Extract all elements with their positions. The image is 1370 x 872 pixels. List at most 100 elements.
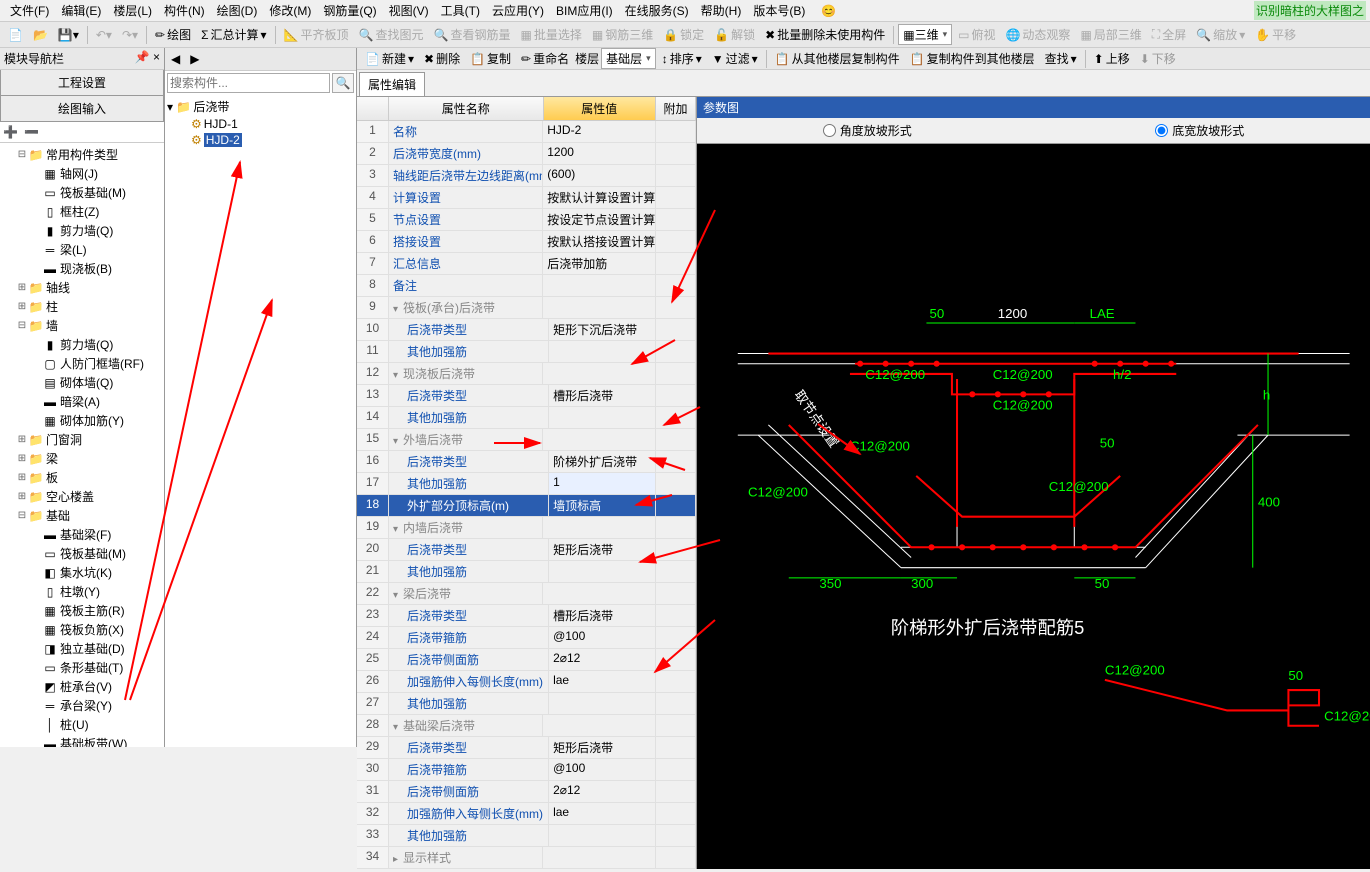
dynamic-view-button[interactable]: 🌐动态观察 <box>1001 24 1074 45</box>
menu-floor[interactable]: 楼层(L) <box>107 0 158 21</box>
tree-node[interactable]: ◧集水坑(K) <box>2 563 162 582</box>
local-3d-button[interactable]: ▦局部三维 <box>1076 24 1145 45</box>
property-row[interactable]: 13后浇带类型槽形后浇带 <box>357 385 696 407</box>
rebar-3d-button[interactable]: ▦钢筋三维 <box>588 24 657 45</box>
tree-node[interactable]: ▭筏板基础(M) <box>2 183 162 202</box>
menu-bim[interactable]: BIM应用(I) <box>550 0 619 21</box>
lock-button[interactable]: 🔒锁定 <box>659 24 708 45</box>
new-button[interactable]: 📄新建▾ <box>361 48 418 69</box>
property-row[interactable]: 9▾筏板(承台)后浇带 <box>357 297 696 319</box>
property-row[interactable]: 25后浇带侧面筋2⌀12 <box>357 649 696 671</box>
component-item[interactable]: ⚙ HJD-1 <box>167 116 354 132</box>
menu-rebar[interactable]: 钢筋量(Q) <box>317 0 382 21</box>
menu-cloud[interactable]: 云应用(Y) <box>486 0 550 21</box>
view3d-combo[interactable]: ▦三维 <box>898 24 952 45</box>
undo-icon[interactable]: ↶▾ <box>92 26 116 44</box>
property-grid[interactable]: 属性名称 属性值 附加 1名称HJD-22后浇带宽度(mm)12003轴线距后浇… <box>357 97 697 869</box>
tree-node[interactable]: ◩桩承台(V) <box>2 677 162 696</box>
remove-icon[interactable]: ➖ <box>24 125 39 139</box>
property-row[interactable]: 14其他加强筋 <box>357 407 696 429</box>
tree-node[interactable]: ▭条形基础(T) <box>2 658 162 677</box>
tree-node[interactable]: │桩(U) <box>2 715 162 734</box>
property-row[interactable]: 16后浇带类型阶梯外扩后浇带 <box>357 451 696 473</box>
copy-to-button[interactable]: 📋复制构件到其他楼层 <box>906 48 1039 69</box>
zoom-button[interactable]: 🔍缩放▾ <box>1192 24 1249 45</box>
tree-node[interactable]: ▢人防门框墙(RF) <box>2 354 162 373</box>
component-item[interactable]: ⚙ HJD-2 <box>167 132 354 148</box>
property-row[interactable]: 27其他加强筋 <box>357 693 696 715</box>
tab-draw-input[interactable]: 绘图输入 <box>0 96 164 122</box>
tree-node[interactable]: ▦筏板主筋(R) <box>2 601 162 620</box>
property-tab[interactable]: 属性编辑 <box>359 72 425 96</box>
property-row[interactable]: 7汇总信息后浇带加筋 <box>357 253 696 275</box>
property-row[interactable]: 29后浇带类型矩形后浇带 <box>357 737 696 759</box>
floor-combo[interactable]: 基础层 <box>601 48 656 69</box>
filter-button[interactable]: ▼过滤▾ <box>708 48 762 69</box>
bird-view-button[interactable]: ▭俯视 <box>954 24 999 45</box>
property-row[interactable]: 4计算设置按默认计算设置计算 <box>357 187 696 209</box>
menu-online[interactable]: 在线服务(S) <box>619 0 695 21</box>
property-row[interactable]: 34▸显示样式 <box>357 847 696 869</box>
pan-button[interactable]: ✋平移 <box>1251 24 1300 45</box>
redo-icon[interactable]: ↷▾ <box>118 26 142 44</box>
property-row[interactable]: 31后浇带侧面筋2⌀12 <box>357 781 696 803</box>
tree-node[interactable]: ▬基础梁(F) <box>2 525 162 544</box>
add-icon[interactable]: ➕ <box>3 125 18 139</box>
copy-from-button[interactable]: 📋从其他楼层复制构件 <box>771 48 904 69</box>
opt-angle[interactable]: 角度放坡形式 <box>823 122 912 139</box>
property-row[interactable]: 17其他加强筋1 <box>357 473 696 495</box>
tree-node[interactable]: ▤砌体墙(Q) <box>2 373 162 392</box>
tree-node[interactable]: ═承台梁(Y) <box>2 696 162 715</box>
unlock-button[interactable]: 🔓解锁 <box>710 24 759 45</box>
tree-node[interactable]: ▦轴网(J) <box>2 164 162 183</box>
tree-node[interactable]: ⊟📁墙 <box>2 316 162 335</box>
tree-node[interactable]: ⊞📁板 <box>2 468 162 487</box>
panel-pin-icon[interactable]: 📌 × <box>135 50 160 67</box>
tree-node[interactable]: ▦筏板负筋(X) <box>2 620 162 639</box>
property-row[interactable]: 12▾现浇板后浇带 <box>357 363 696 385</box>
sum-button[interactable]: Σ 汇总计算▾ <box>197 24 270 45</box>
property-row[interactable]: 21其他加强筋 <box>357 561 696 583</box>
tree-node[interactable]: ▬基础板带(W) <box>2 734 162 747</box>
tree-node[interactable]: ⊞📁梁 <box>2 449 162 468</box>
tree-node[interactable]: ═梁(L) <box>2 240 162 259</box>
property-row[interactable]: 23后浇带类型槽形后浇带 <box>357 605 696 627</box>
menu-view[interactable]: 视图(V) <box>383 0 435 21</box>
property-row[interactable]: 32加强筋伸入每侧长度(mm)lae <box>357 803 696 825</box>
property-row[interactable]: 30后浇带箍筋@100 <box>357 759 696 781</box>
tree-node[interactable]: ⊞📁空心楼盖 <box>2 487 162 506</box>
property-row[interactable]: 24后浇带箍筋@100 <box>357 627 696 649</box>
property-row[interactable]: 33其他加强筋 <box>357 825 696 847</box>
property-row[interactable]: 8备注 <box>357 275 696 297</box>
component-type-tree[interactable]: ⊟📁常用构件类型▦轴网(J)▭筏板基础(M)▯框柱(Z)▮剪力墙(Q)═梁(L)… <box>0 143 164 747</box>
tree-node[interactable]: ▭筏板基础(M) <box>2 544 162 563</box>
batch-delete-button[interactable]: ✖批量删除未使用构件 <box>761 24 889 45</box>
move-down-button[interactable]: ⬇下移 <box>1136 48 1180 69</box>
menu-tools[interactable]: 工具(T) <box>435 0 486 21</box>
sort-button[interactable]: ↕排序▾ <box>658 48 706 69</box>
tree-node[interactable]: ◨独立基础(D) <box>2 639 162 658</box>
tree-node[interactable]: ▬暗梁(A) <box>2 392 162 411</box>
tree-node[interactable]: ▦砌体加筋(Y) <box>2 411 162 430</box>
draw-button[interactable]: ✏绘图 <box>151 24 195 45</box>
search-button[interactable]: 🔍 <box>332 73 354 93</box>
search-input[interactable] <box>167 73 330 93</box>
menu-help[interactable]: 帮助(H) <box>695 0 748 21</box>
tree-node[interactable]: ⊟📁常用构件类型 <box>2 145 162 164</box>
move-up-button[interactable]: ⬆上移 <box>1090 48 1134 69</box>
tree-node[interactable]: ⊞📁轴线 <box>2 278 162 297</box>
tree-node[interactable]: ⊟📁基础 <box>2 506 162 525</box>
property-row[interactable]: 11其他加强筋 <box>357 341 696 363</box>
tree-node[interactable]: ⊞📁柱 <box>2 297 162 316</box>
menu-modify[interactable]: 修改(M) <box>263 0 317 21</box>
delete-button[interactable]: ✖删除 <box>420 48 464 69</box>
property-row[interactable]: 3轴线距后浇带左边线距离(mm)(600) <box>357 165 696 187</box>
batch-select-button[interactable]: ▦批量选择 <box>516 24 585 45</box>
property-row[interactable]: 22▾梁后浇带 <box>357 583 696 605</box>
find-elem-button[interactable]: 🔍查找图元 <box>355 24 428 45</box>
search-button[interactable]: 查找▾ <box>1041 48 1081 69</box>
save-icon[interactable]: 💾▾ <box>54 26 83 44</box>
property-row[interactable]: 15▾外墙后浇带 <box>357 429 696 451</box>
tree-node[interactable]: ⊞📁门窗洞 <box>2 430 162 449</box>
view-rebar-button[interactable]: 🔍查看钢筋量 <box>430 24 515 45</box>
